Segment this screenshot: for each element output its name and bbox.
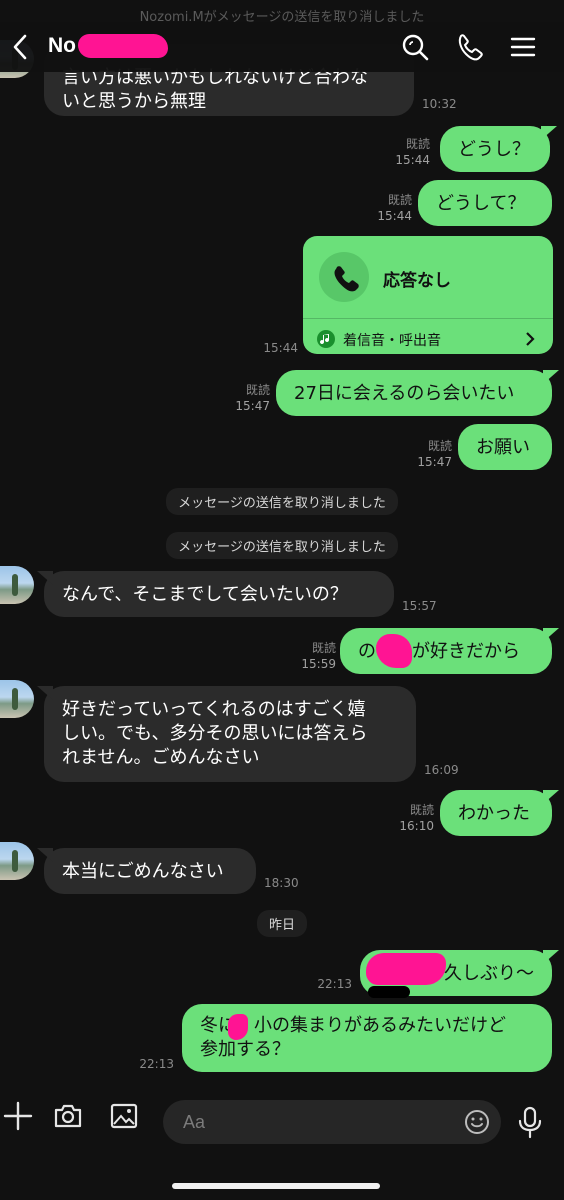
system-notice: メッセージの送信を取り消しました — [0, 488, 564, 515]
avatar[interactable] — [0, 566, 34, 604]
phone-icon — [334, 266, 359, 292]
read-receipt-group: 既読 15:44 — [370, 192, 412, 224]
chat-title[interactable]: No — [48, 34, 76, 58]
call-icon-wrap — [319, 252, 369, 302]
message-list[interactable]: 言い方は悪いかもしれないけど合わな いと思うから無理 10:32 既読 15:4… — [0, 0, 564, 1086]
message-time: 16:10 — [399, 819, 434, 833]
read-receipt: 既読 — [311, 641, 336, 655]
message-bubble-outgoing[interactable]: どうして？ — [418, 180, 552, 226]
search-icon[interactable] — [400, 32, 430, 62]
read-receipt: 既読 — [387, 193, 412, 207]
mic-icon[interactable] — [516, 1106, 544, 1140]
message-time: 15:59 — [301, 657, 336, 671]
read-receipt: 既読 — [427, 439, 452, 453]
message-time: 22:13 — [139, 1057, 174, 1071]
message-time: 15:47 — [235, 399, 270, 413]
system-notice-text: メッセージの送信を取り消しました — [166, 532, 398, 559]
home-indicator — [172, 1183, 380, 1189]
read-receipt: 既読 — [405, 137, 430, 151]
read-receipt: 既読 — [245, 383, 270, 397]
message-bubble-outgoing[interactable]: わかった — [440, 790, 552, 836]
system-notice: メッセージの送信を取り消しました — [0, 532, 564, 559]
plus-icon[interactable] — [2, 1100, 34, 1132]
message-bubble-incoming[interactable]: なんで、そこまでして会いたいの？ — [44, 571, 394, 617]
avatar[interactable] — [0, 680, 34, 718]
message-time: 15:47 — [417, 455, 452, 469]
message-time: 18:30 — [264, 876, 299, 890]
read-receipt-group: 既読 16:10 — [392, 802, 434, 834]
call-card[interactable]: 応答なし 着信音・呼出音 — [303, 236, 553, 354]
message-bubble-outgoing[interactable]: どうし？ — [440, 126, 550, 172]
music-icon — [317, 330, 335, 348]
message-time: 15:44 — [263, 341, 298, 355]
message-bubble-outgoing[interactable]: 27日に会えるのら会いたい — [276, 370, 552, 416]
message-bubble-incoming[interactable]: 本当にごめんなさい — [44, 848, 256, 894]
chevron-right-icon[interactable] — [523, 329, 537, 349]
back-icon[interactable] — [8, 32, 32, 62]
message-time: 10:32 — [422, 97, 457, 111]
chat-header: No — [0, 22, 564, 72]
emoji-icon[interactable] — [463, 1108, 491, 1136]
camera-icon[interactable] — [52, 1100, 84, 1132]
system-notice-text: メッセージの送信を取り消しました — [166, 488, 398, 515]
message-bubble-outgoing[interactable]: の が好きだから — [340, 628, 552, 674]
date-separator-text: 昨日 — [256, 910, 307, 937]
redaction-mark — [78, 34, 168, 58]
call-status-title: 応答なし — [383, 271, 451, 291]
menu-icon[interactable] — [508, 32, 538, 62]
read-receipt-group: 既読 15:44 — [388, 136, 430, 168]
read-receipt-group: 既読 15:59 — [294, 640, 336, 672]
image-icon[interactable] — [108, 1100, 140, 1132]
avatar[interactable] — [0, 842, 34, 880]
message-input[interactable]: Aa — [163, 1100, 501, 1144]
message-bubble-outgoing[interactable]: お願い — [458, 424, 552, 470]
message-time: 15:44 — [395, 153, 430, 167]
phone-icon[interactable] — [454, 32, 484, 62]
message-time: 16:09 — [424, 763, 459, 777]
read-receipt: 既読 — [409, 803, 434, 817]
divider — [303, 318, 553, 319]
message-time: 15:57 — [402, 599, 437, 613]
read-receipt-group: 既読 15:47 — [228, 382, 270, 414]
redaction-mark — [368, 986, 410, 998]
message-input-placeholder: Aa — [183, 1112, 206, 1132]
message-time: 22:13 — [317, 977, 352, 991]
read-receipt-group: 既読 15:47 — [410, 438, 452, 470]
date-separator: 昨日 — [0, 910, 564, 937]
message-time: 15:44 — [377, 209, 412, 223]
redaction-mark — [366, 953, 446, 985]
ringtone-label[interactable]: 着信音・呼出音 — [343, 330, 441, 350]
message-bubble-incoming[interactable]: 好きだっていってくれるのはすごく嬉 しい。でも、多分その思いには答えら れません… — [44, 686, 416, 782]
